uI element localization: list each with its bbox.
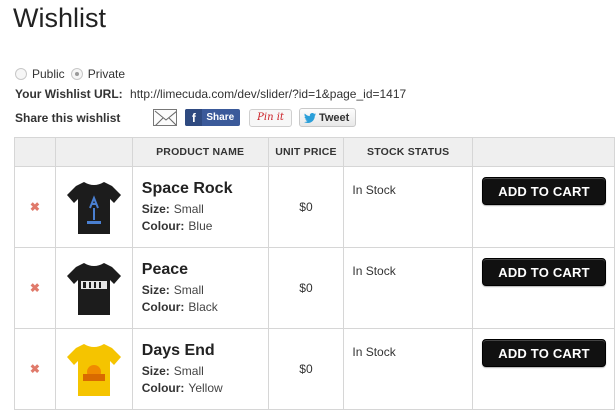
size-value: Small: [173, 202, 204, 216]
colour-label: Colour:: [141, 300, 185, 314]
size-label: Size:: [141, 364, 170, 378]
action-cell: ADD TO CART: [472, 328, 615, 410]
add-to-cart-button[interactable]: ADD TO CART: [482, 258, 606, 286]
page-title: Wishlist: [13, 3, 106, 33]
private-radio[interactable]: [70, 68, 83, 80]
colour-label: Colour:: [141, 219, 185, 233]
wishlist-table: PRODUCT NAME UNIT PRICE STOCK STATUS ✖ S…: [14, 137, 615, 410]
product-name[interactable]: Space Rock: [142, 180, 268, 198]
product-name-header: PRODUCT NAME: [131, 137, 269, 167]
public-radio[interactable]: [15, 68, 27, 80]
privacy-options: Public Private: [15, 67, 131, 81]
colour-line: Colour: Black: [142, 299, 268, 316]
table-header-row: PRODUCT NAME UNIT PRICE STOCK STATUS: [14, 137, 615, 167]
colour-label: Colour:: [141, 381, 185, 395]
stock-status-cell: In Stock: [343, 166, 473, 248]
pinterest-label: Pin it: [257, 112, 284, 123]
tweet-label: Tweet: [318, 111, 350, 124]
remove-cell: ✖: [14, 166, 56, 248]
product-name[interactable]: Peace: [142, 261, 268, 279]
wishlist-url-label: Your Wishlist URL:: [15, 87, 123, 101]
remove-cell: ✖: [14, 247, 56, 329]
colour-line: Colour: Yellow: [142, 380, 268, 397]
twitter-bird-icon: [303, 112, 316, 123]
product-name-cell: Space Rock Size: Small Colour: Blue: [131, 166, 269, 248]
public-label: Public: [32, 67, 65, 81]
stock-status: In Stock: [352, 264, 396, 278]
size-label: Size:: [141, 202, 170, 216]
private-label: Private: [87, 67, 126, 81]
space-rock-tshirt-image[interactable]: [66, 178, 122, 236]
colour-line: Colour: Blue: [142, 218, 268, 235]
size-value: Small: [173, 283, 204, 297]
add-to-cart-button[interactable]: ADD TO CART: [482, 339, 606, 367]
action-column-header: [472, 137, 615, 167]
thumbnail-cell: [54, 247, 133, 329]
stock-status: In Stock: [352, 345, 396, 359]
product-name-cell: Peace Size: Small Colour: Black: [131, 247, 269, 329]
pinterest-button[interactable]: Pin it: [249, 108, 292, 127]
size-line: Size: Small: [142, 363, 268, 380]
stock-status-header: STOCK STATUS: [343, 137, 473, 167]
table-row: ✖ Space Rock Size: Small Colour: Blue $0 I…: [14, 166, 615, 248]
thumbnail-cell: [54, 328, 133, 410]
facebook-share-label: Share: [206, 112, 235, 123]
stock-status-cell: In Stock: [343, 328, 473, 410]
unit-price: $0: [267, 247, 345, 329]
product-name-cell: Days End Size: Small Colour: Yellow: [131, 328, 269, 410]
wishlist-url-row: Your Wishlist URL: http://limecuda.com/d…: [15, 87, 406, 101]
envelope-icon: [155, 110, 177, 125]
share-label: Share this wishlist: [15, 110, 121, 125]
size-label: Size:: [141, 283, 170, 297]
product-name[interactable]: Days End: [142, 342, 268, 360]
colour-value: Blue: [188, 219, 213, 233]
stock-status-cell: In Stock: [343, 247, 473, 329]
remove-item-icon[interactable]: ✖: [30, 362, 40, 376]
facebook-icon: f: [185, 109, 203, 126]
share-row: Share this wishlist f Share Pin it Tweet: [15, 108, 357, 127]
thumbnail-cell: [54, 166, 133, 248]
stock-status: In Stock: [352, 183, 396, 197]
thumbnail-column-header: [54, 137, 133, 167]
table-row: ✖ Days End Size: Small Colour: Yellow $0 I…: [14, 328, 615, 410]
table-row: ✖ Peace Size: Small Colour: Black $0 In St…: [14, 247, 615, 329]
action-cell: ADD TO CART: [472, 247, 615, 329]
unit-price: $0: [267, 328, 345, 410]
remove-item-icon[interactable]: ✖: [30, 281, 40, 295]
remove-column-header: [14, 137, 56, 167]
unit-price: $0: [267, 166, 345, 248]
remove-cell: ✖: [14, 328, 56, 410]
colour-value: Yellow: [188, 381, 223, 395]
wishlist-url: http://limecuda.com/dev/slider/?id=1&pag…: [130, 87, 407, 101]
unit-price-header: UNIT PRICE: [267, 137, 345, 167]
action-cell: ADD TO CART: [472, 166, 615, 248]
colour-value: Black: [188, 300, 218, 314]
facebook-share-button[interactable]: f Share: [185, 109, 241, 126]
size-value: Small: [173, 364, 204, 378]
add-to-cart-button[interactable]: ADD TO CART: [482, 177, 606, 205]
tweet-button[interactable]: Tweet: [298, 108, 357, 127]
days-end-tshirt-image[interactable]: [66, 340, 122, 398]
size-line: Size: Small: [142, 282, 268, 299]
size-line: Size: Small: [142, 201, 268, 218]
email-share-button[interactable]: [153, 109, 178, 126]
peace-tshirt-image[interactable]: [66, 259, 122, 317]
remove-item-icon[interactable]: ✖: [30, 200, 40, 214]
